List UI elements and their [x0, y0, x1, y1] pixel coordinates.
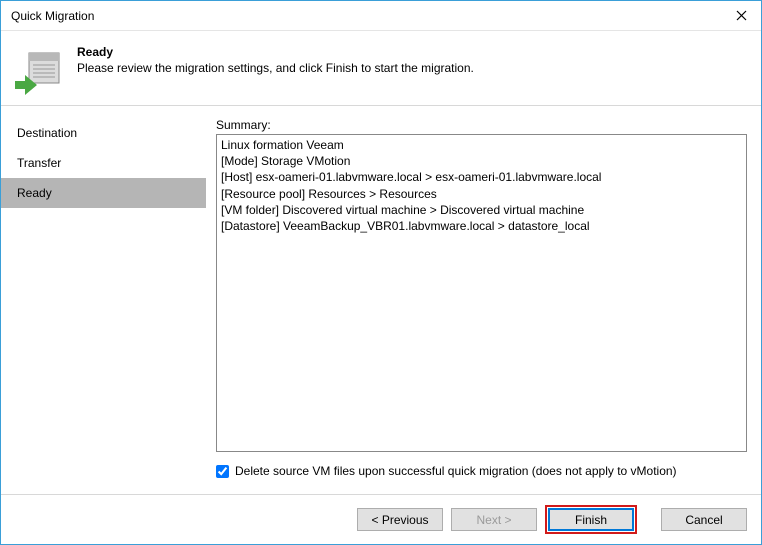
window-title: Quick Migration	[11, 9, 731, 23]
header-title: Ready	[77, 45, 751, 59]
sidebar-item-ready[interactable]: Ready	[1, 178, 206, 208]
summary-line: [VM folder] Discovered virtual machine >…	[221, 202, 742, 218]
summary-line: Linux formation Veeam	[221, 137, 742, 153]
delete-source-checkbox-row: Delete source VM files upon successful q…	[216, 452, 747, 484]
summary-line: [Resource pool] Resources > Resources	[221, 186, 742, 202]
migration-icon	[15, 51, 63, 91]
header-text: Ready Please review the migration settin…	[77, 43, 751, 75]
delete-source-checkbox[interactable]	[216, 465, 229, 478]
summary-line: [Host] esx-oameri-01.labvmware.local > e…	[221, 169, 742, 185]
main-panel: Summary: Linux formation Veeam [Mode] St…	[206, 106, 761, 494]
sidebar: Destination Transfer Ready	[1, 106, 206, 494]
finish-button[interactable]: Finish	[548, 508, 634, 531]
summary-line: [Mode] Storage VMotion	[221, 153, 742, 169]
sidebar-item-destination[interactable]: Destination	[1, 118, 206, 148]
summary-line: [Datastore] VeeamBackup_VBR01.labvmware.…	[221, 218, 742, 234]
sidebar-item-transfer[interactable]: Transfer	[1, 148, 206, 178]
summary-label: Summary:	[216, 118, 747, 132]
cancel-button[interactable]: Cancel	[661, 508, 747, 531]
delete-source-label[interactable]: Delete source VM files upon successful q…	[235, 464, 677, 478]
next-button: Next >	[451, 508, 537, 531]
previous-button[interactable]: < Previous	[357, 508, 443, 531]
finish-highlight: Finish	[545, 505, 637, 534]
body: Destination Transfer Ready Summary: Linu…	[1, 106, 761, 494]
wizard-window: Quick Migration Ready Please review the …	[0, 0, 762, 545]
footer: < Previous Next > Finish Cancel	[1, 494, 761, 544]
header: Ready Please review the migration settin…	[1, 31, 761, 106]
summary-textarea[interactable]: Linux formation Veeam [Mode] Storage VMo…	[216, 134, 747, 452]
header-subtitle: Please review the migration settings, an…	[77, 61, 751, 75]
titlebar: Quick Migration	[1, 1, 761, 31]
close-icon[interactable]	[731, 6, 751, 26]
